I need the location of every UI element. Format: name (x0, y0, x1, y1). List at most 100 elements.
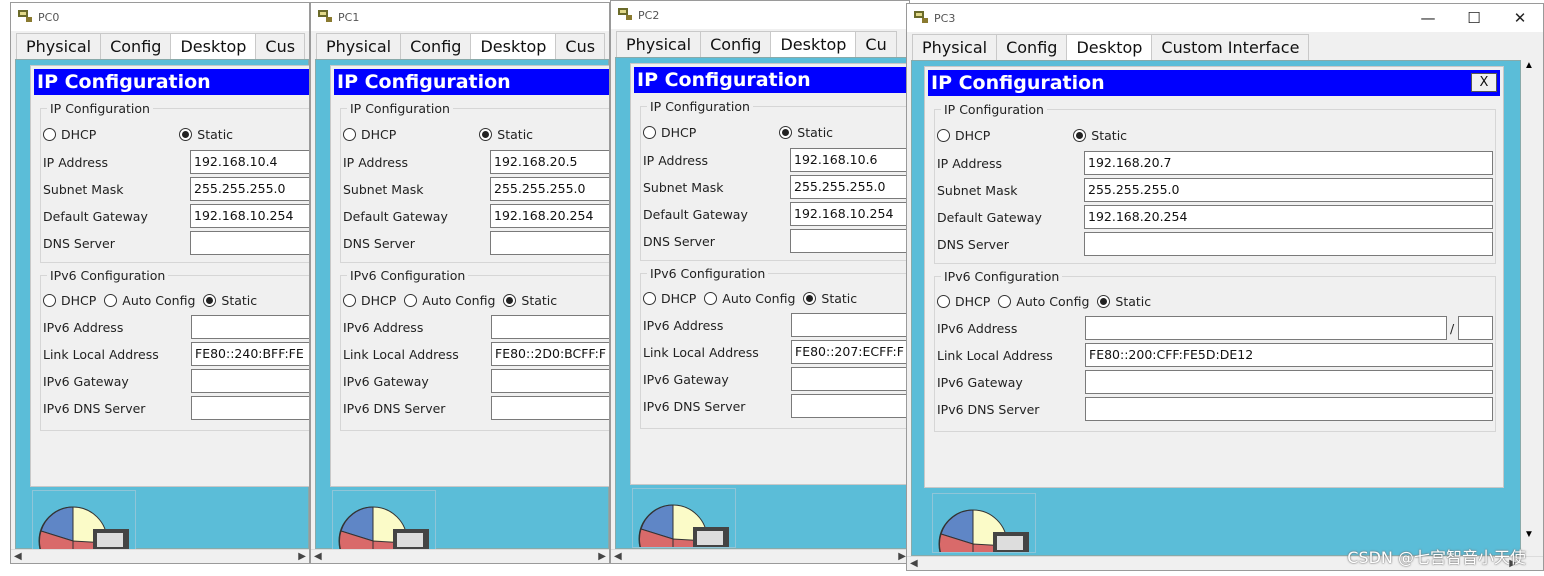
subnet-mask-field[interactable]: 255.255.255.0 (790, 175, 909, 199)
dhcp-radio[interactable] (937, 295, 950, 308)
ipv6-address-field[interactable] (791, 313, 909, 337)
subnet-mask-field[interactable]: 255.255.255.0 (490, 177, 609, 201)
tab-physical[interactable]: Physical (616, 31, 702, 57)
dhcp-radio[interactable] (43, 128, 56, 141)
maximize-button[interactable]: ☐ (1451, 4, 1497, 32)
ip-address-field[interactable]: 192.168.20.7 (1084, 151, 1493, 175)
pie-chart-icon[interactable] (332, 490, 436, 550)
tab-custom[interactable]: Cus (255, 33, 306, 59)
ip-address-field[interactable]: 192.168.20.5 (490, 150, 609, 174)
ipv6-dns-field[interactable] (791, 394, 909, 418)
tab-desktop[interactable]: Desktop (470, 33, 557, 60)
tab-physical[interactable]: Physical (316, 33, 402, 59)
tab-config[interactable]: Config (700, 31, 772, 57)
static-label: Static (221, 293, 258, 308)
default-gateway-field[interactable]: 192.168.20.254 (1084, 205, 1493, 229)
scroll-left-icon[interactable]: ◀ (314, 550, 322, 563)
tab-desktop[interactable]: Desktop (1066, 34, 1153, 61)
static-radio[interactable] (1097, 295, 1111, 308)
dhcp-radio[interactable] (343, 294, 356, 307)
tab-physical[interactable]: Physical (912, 34, 998, 60)
link-local-field[interactable]: FE80::207:ECFF:F (791, 340, 909, 364)
dns-server-field[interactable] (790, 229, 909, 253)
minimize-button[interactable]: — (1405, 4, 1451, 32)
ipv6-prefix-field[interactable] (1458, 316, 1493, 340)
dns-server-field[interactable] (1084, 232, 1493, 256)
tab-custom[interactable]: Cu (855, 31, 897, 57)
scroll-right-icon[interactable]: ▶ (598, 550, 606, 563)
ipv6-dns-field[interactable] (491, 396, 609, 420)
scroll-up-icon[interactable]: ▲ (1524, 60, 1534, 71)
static-radio[interactable] (479, 128, 493, 141)
scroll-right-icon[interactable]: ▶ (298, 550, 306, 563)
dhcp-radio[interactable] (43, 294, 56, 307)
horizontal-scrollbar[interactable]: ◀ ▶ (311, 549, 609, 563)
ipv6-address-field[interactable] (1085, 316, 1447, 340)
scroll-left-icon[interactable]: ◀ (910, 557, 918, 570)
ipv6-dns-field[interactable] (1085, 397, 1493, 421)
default-gateway-field[interactable]: 192.168.10.254 (190, 204, 309, 228)
scroll-right-icon[interactable]: ▶ (898, 550, 906, 563)
auto-config-radio[interactable] (404, 294, 418, 307)
subnet-mask-field[interactable]: 255.255.255.0 (190, 177, 309, 201)
auto-config-radio[interactable] (104, 294, 118, 307)
subnet-mask-field[interactable]: 255.255.255.0 (1084, 178, 1493, 202)
tab-config[interactable]: Config (996, 34, 1068, 60)
dhcp-radio[interactable] (343, 128, 356, 141)
default-gateway-field[interactable]: 192.168.10.254 (790, 202, 909, 226)
link-local-field[interactable]: FE80::200:CFF:FE5D:DE12 (1085, 343, 1493, 367)
tab-desktop[interactable]: Desktop (770, 31, 857, 58)
dns-server-field[interactable] (190, 231, 309, 255)
link-local-field[interactable]: FE80::2D0:BCFF:F (491, 342, 609, 366)
pie-chart-icon[interactable] (632, 488, 736, 548)
auto-config-radio[interactable] (704, 292, 718, 305)
static-radio[interactable] (179, 128, 193, 141)
ipv6-gateway-field[interactable] (491, 369, 609, 393)
ipv6-gateway-field[interactable] (1085, 370, 1493, 394)
dhcp-radio[interactable] (937, 129, 950, 142)
tab-custom[interactable]: Cus (555, 33, 606, 59)
pie-chart-icon[interactable] (932, 493, 1036, 553)
auto-config-radio[interactable] (998, 295, 1012, 308)
static-radio[interactable] (203, 294, 217, 307)
scroll-left-icon[interactable]: ◀ (14, 550, 22, 563)
ipv6-gateway-field[interactable] (191, 369, 309, 393)
ipv6-dns-field[interactable] (191, 396, 309, 420)
dns-server-field[interactable] (490, 231, 609, 255)
static-radio[interactable] (803, 292, 817, 305)
ip-config-panel: IP Configuration X IP Configuration DHCP… (924, 66, 1504, 488)
ip-address-field[interactable]: 192.168.10.6 (790, 148, 909, 172)
default-gateway-field[interactable]: 192.168.20.254 (490, 204, 609, 228)
horizontal-scrollbar[interactable]: ◀ ▶ (11, 549, 309, 563)
scroll-left-icon[interactable]: ◀ (614, 550, 622, 563)
horizontal-scrollbar[interactable]: ◀ ▶ (611, 549, 909, 563)
vertical-scrollbar[interactable]: ▲ ▼ (1521, 60, 1537, 540)
ipv6-address-field[interactable] (491, 315, 609, 339)
tab-config[interactable]: Config (400, 33, 472, 59)
desktop-area: IP Configuration X IP Configuration DHCP… (911, 60, 1521, 556)
scroll-down-icon[interactable]: ▼ (1524, 529, 1534, 540)
link-local-field[interactable]: FE80::240:BFF:FE (191, 342, 309, 366)
title-bar: PC1 (311, 3, 609, 31)
ipv6-address-field[interactable] (191, 315, 309, 339)
static-radio[interactable] (1073, 129, 1087, 142)
close-button[interactable]: ✕ (1497, 4, 1543, 32)
pie-chart-icon[interactable] (32, 490, 136, 550)
pc3-window: PC3 — ☐ ✕ Physical Config Desktop Custom In… (906, 3, 1544, 571)
tab-physical[interactable]: Physical (16, 33, 102, 59)
static-radio[interactable] (779, 126, 793, 139)
ipv6-gateway-field[interactable] (791, 367, 909, 391)
ip-address-field[interactable]: 192.168.10.4 (190, 150, 309, 174)
app-icon (914, 11, 928, 23)
static-radio[interactable] (503, 294, 517, 307)
static-label: Static (1091, 128, 1128, 143)
close-panel-button[interactable]: X (1471, 73, 1497, 92)
ipv6-dns-label: IPv6 DNS Server (643, 399, 746, 414)
tab-custom-interface[interactable]: Custom Interface (1151, 34, 1310, 60)
tab-desktop[interactable]: Desktop (170, 33, 257, 60)
ipv6-dns-label: IPv6 DNS Server (343, 401, 446, 416)
dhcp-radio[interactable] (643, 126, 656, 139)
pc1-window: PC1 Physical Config Desktop Cus IP Configur… (310, 2, 610, 564)
dhcp-radio[interactable] (643, 292, 656, 305)
tab-config[interactable]: Config (100, 33, 172, 59)
